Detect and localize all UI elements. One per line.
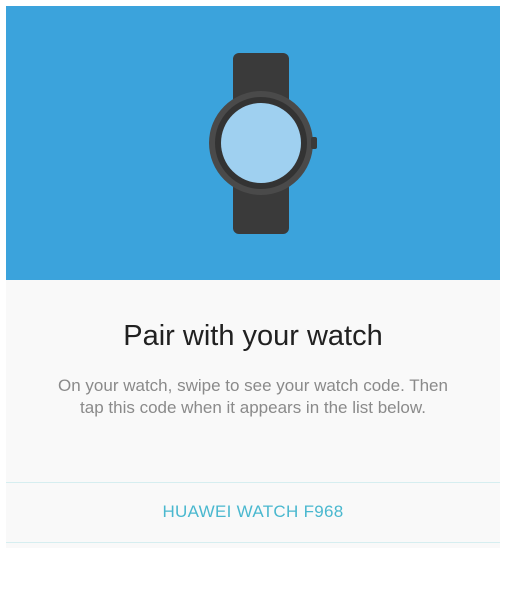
empty-list-area [6,548,500,607]
pairing-screen: Pair with your watch On your watch, swip… [6,6,500,607]
list-divider-bottom [6,542,500,543]
device-name: HUAWEI WATCH F968 [162,502,344,521]
pairing-instructions: On your watch, swipe to see your watch c… [58,376,448,417]
page-title: Pair with your watch [123,320,383,352]
hero-banner [6,6,500,280]
smartwatch-icon [209,53,317,234]
device-list-item[interactable]: HUAWEI WATCH F968 [6,483,500,541]
pairing-card: Pair with your watch On your watch, swip… [6,280,500,607]
